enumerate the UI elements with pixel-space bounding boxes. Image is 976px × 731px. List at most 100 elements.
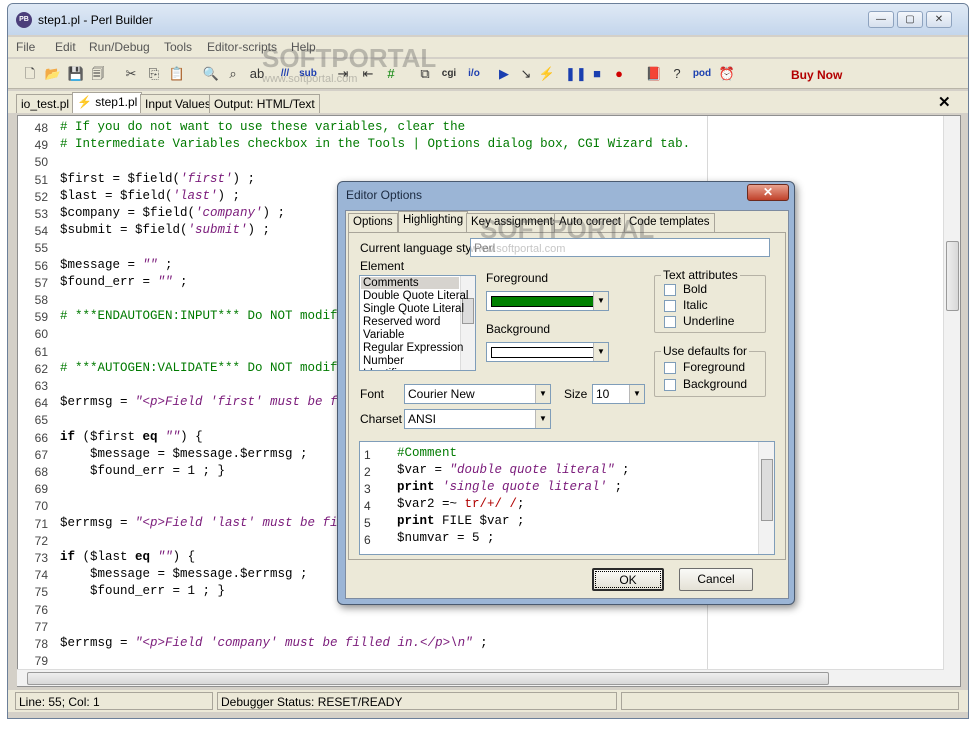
- element-list-item[interactable]: Single Quote Literal: [363, 303, 464, 315]
- size-select[interactable]: 10 ▼: [592, 384, 645, 404]
- text-attributes-group: Text attributes Bold Italic Underline: [654, 268, 766, 333]
- watermark-brand: SOFTPORTAL: [262, 43, 437, 73]
- charset-dropdown-icon[interactable]: ▼: [535, 410, 550, 428]
- italic-checkbox[interactable]: [664, 300, 676, 312]
- horizontal-scroll-thumb[interactable]: [27, 672, 829, 685]
- clock-icon[interactable]: ⏰: [718, 65, 736, 83]
- ok-button[interactable]: OK: [592, 568, 664, 591]
- editor-vertical-scrollbar[interactable]: [943, 116, 960, 686]
- line-number: 77: [34, 619, 48, 634]
- tab-step1[interactable]: ⚡ step1.pl: [72, 92, 143, 113]
- underline-checkbox[interactable]: [664, 316, 676, 328]
- tab-output[interactable]: Output: HTML/Text: [209, 94, 320, 113]
- bold-checkbox[interactable]: [664, 284, 676, 296]
- close-window-button[interactable]: ✕: [926, 11, 952, 28]
- code-line: $message = "" ;: [60, 258, 173, 272]
- line-number: 61: [34, 344, 48, 359]
- foreground-dropdown-icon[interactable]: ▼: [593, 292, 608, 310]
- font-dropdown-icon[interactable]: ▼: [535, 385, 550, 403]
- foreground-color-picker[interactable]: ▼: [486, 291, 609, 311]
- code-token: # Intermediate Variables checkbox in the…: [60, 137, 691, 152]
- preview-scroll-thumb[interactable]: [761, 459, 773, 521]
- tab-input-values[interactable]: Input Values: [140, 94, 216, 113]
- element-list-item[interactable]: Reserved word: [363, 316, 440, 328]
- background-color-picker[interactable]: ▼: [486, 342, 609, 362]
- code-token: $errmsg =: [60, 636, 136, 650]
- charset-label: Charset: [360, 412, 403, 426]
- pod-icon[interactable]: pod: [691, 65, 713, 83]
- menu-file[interactable]: File: [16, 40, 35, 54]
- minimize-button[interactable]: —: [868, 11, 894, 28]
- dialog-body: Options Highlighting Key assignments Aut…: [345, 210, 789, 599]
- cgi-icon[interactable]: cgi: [438, 65, 460, 83]
- step-icon[interactable]: ↘: [517, 65, 535, 83]
- element-list-item[interactable]: Number: [363, 355, 404, 367]
- font-select[interactable]: Courier New ▼: [404, 384, 551, 404]
- tab-options[interactable]: Options: [348, 213, 398, 232]
- find-next-icon[interactable]: ⌕: [224, 65, 242, 83]
- save-icon[interactable]: 💾: [67, 65, 85, 83]
- charset-select[interactable]: ANSI ▼: [404, 409, 551, 429]
- preview-code-line: #Comment: [397, 446, 457, 460]
- new-icon[interactable]: 🗋: [21, 65, 39, 83]
- code-token: if: [60, 550, 76, 564]
- cut-icon[interactable]: ✂: [122, 65, 140, 83]
- preview-scrollbar[interactable]: [758, 442, 774, 554]
- close-tab-icon[interactable]: ✕: [938, 93, 951, 111]
- dialog-close-button[interactable]: ✕: [747, 184, 789, 201]
- line-number: 53: [34, 207, 48, 221]
- element-list-item[interactable]: Identifier: [363, 368, 407, 370]
- debugger-status: Debugger Status: RESET/READY: [217, 692, 617, 710]
- element-list-item[interactable]: Double Quote Literal: [363, 290, 468, 302]
- tab-highlighting[interactable]: Highlighting: [398, 211, 469, 233]
- preview-code-line: $numvar = 5 ;: [397, 531, 495, 545]
- code-token: ;: [172, 274, 188, 289]
- font-label: Font: [360, 387, 385, 401]
- scroll-thumb[interactable]: [946, 241, 959, 311]
- maximize-button[interactable]: ▢: [897, 11, 923, 28]
- cancel-button[interactable]: Cancel: [679, 568, 753, 591]
- buy-now-link[interactable]: Buy Now: [791, 68, 842, 82]
- code-token: ;: [614, 463, 630, 477]
- io-icon[interactable]: i/o: [463, 65, 485, 83]
- paste-icon[interactable]: 📋: [168, 65, 186, 83]
- default-foreground-checkbox[interactable]: [664, 362, 676, 374]
- open-icon[interactable]: 📂: [44, 65, 62, 83]
- code-token: ) ;: [217, 188, 241, 203]
- default-background-checkbox[interactable]: [664, 379, 676, 391]
- code-token: $found_err =: [60, 274, 158, 289]
- background-dropdown-icon[interactable]: ▼: [593, 343, 608, 361]
- cursor-position: Line: 55; Col: 1: [15, 692, 213, 710]
- highlighting-panel: Current language style Perl Element Comm…: [348, 232, 786, 560]
- underline-label: Underline: [683, 314, 735, 328]
- code-token: print: [397, 480, 435, 494]
- code-line: # If you do not want to use these variab…: [60, 120, 465, 134]
- line-number: 55: [34, 241, 48, 256]
- background-swatch: [491, 347, 594, 358]
- element-listbox[interactable]: Comments Double Quote Literal Single Quote…: [359, 275, 476, 371]
- book-icon[interactable]: 📕: [645, 65, 663, 83]
- stop-icon[interactable]: ■: [588, 65, 606, 83]
- find-icon[interactable]: 🔍: [202, 65, 220, 83]
- element-list-item[interactable]: Regular Expression: [363, 342, 463, 354]
- element-list-item[interactable]: Comments: [361, 277, 459, 289]
- save-all-icon[interactable]: 🗐: [89, 65, 107, 83]
- debug-icon[interactable]: ⚡: [538, 65, 556, 83]
- menu-edit[interactable]: Edit: [55, 40, 76, 54]
- copy-icon[interactable]: ⎘: [145, 65, 163, 83]
- help-icon[interactable]: ?: [668, 65, 686, 83]
- menu-tools[interactable]: Tools: [164, 40, 192, 54]
- breakpoint-icon[interactable]: ●: [610, 65, 628, 83]
- menu-run-debug[interactable]: Run/Debug: [89, 40, 150, 54]
- run-icon[interactable]: ▶: [495, 65, 513, 83]
- editor-horizontal-scrollbar[interactable]: [17, 669, 944, 686]
- line-number: 59: [34, 310, 48, 325]
- size-dropdown-icon[interactable]: ▼: [629, 385, 644, 403]
- code-token: $first = $field(: [60, 171, 181, 186]
- line-number: 65: [34, 413, 48, 428]
- tab-io-test[interactable]: io_test.pl: [16, 94, 75, 113]
- element-list-item[interactable]: Variable: [363, 329, 404, 341]
- line-number: 74: [34, 568, 48, 583]
- pause-icon[interactable]: ❚❚: [565, 65, 587, 83]
